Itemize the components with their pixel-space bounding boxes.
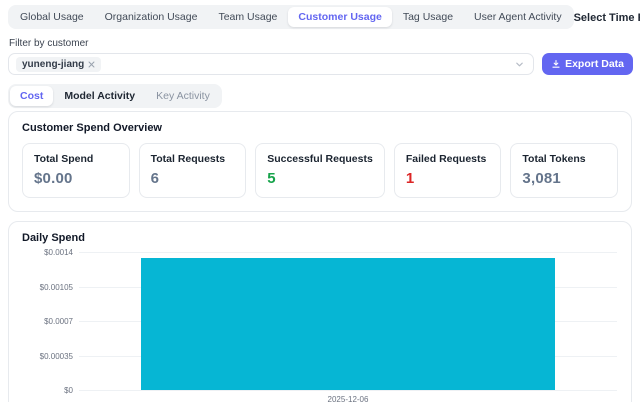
tab-key-activity[interactable]: Key Activity	[146, 86, 220, 106]
download-icon	[551, 59, 561, 69]
chevron-down-icon	[515, 60, 524, 69]
tab-cost[interactable]: Cost	[10, 86, 53, 106]
y-tick-label: $0.00105	[40, 283, 73, 292]
stat-card-failed-requests: Failed Requests 1	[394, 143, 502, 198]
daily-spend-chart: $0.0014 $0.00105 $0.0007 $0.00035 $0	[79, 252, 617, 390]
tab-tag-usage[interactable]: Tag Usage	[393, 7, 463, 27]
stat-value: 5	[267, 170, 373, 187]
export-data-label: Export Data	[565, 58, 624, 70]
view-tabs: Cost Model Activity Key Activity	[8, 84, 222, 108]
gridline: $0	[79, 390, 617, 391]
stat-value: 6	[151, 170, 235, 187]
stat-label: Total Tokens	[522, 153, 606, 165]
y-tick-label: $0	[64, 386, 73, 395]
x-axis-label: 2025-12-06	[79, 395, 617, 402]
stat-card-total-tokens: Total Tokens 3,081	[510, 143, 618, 198]
tab-customer-usage[interactable]: Customer Usage	[288, 7, 391, 27]
stat-card-total-requests: Total Requests 6	[139, 143, 247, 198]
y-tick-label: $0.0007	[44, 317, 73, 326]
tab-team-usage[interactable]: Team Usage	[208, 7, 287, 27]
y-tick-label: $0.0014	[44, 248, 73, 257]
chart-title: Daily Spend	[22, 232, 619, 244]
stat-label: Total Spend	[34, 153, 118, 165]
tab-organization-usage[interactable]: Organization Usage	[95, 7, 208, 27]
gridline: $0.0014	[79, 252, 617, 253]
daily-spend-bar[interactable]	[141, 258, 555, 390]
tab-global-usage[interactable]: Global Usage	[10, 7, 94, 27]
stat-label: Total Requests	[151, 153, 235, 165]
tab-model-activity[interactable]: Model Activity	[54, 86, 145, 106]
usage-tabs: Global Usage Organization Usage Team Usa…	[8, 5, 574, 29]
stat-label: Failed Requests	[406, 153, 490, 165]
time-range-group: Select Time Range 29 Nov, 13:21 - 6 Dec,…	[574, 5, 640, 28]
stat-card-successful-requests: Successful Requests 5	[255, 143, 385, 198]
stat-value: 3,081	[522, 170, 606, 187]
stat-value: 1	[406, 170, 490, 187]
select-time-range-label: Select Time Range	[574, 12, 640, 24]
remove-tag-icon[interactable]	[88, 61, 95, 68]
y-tick-label: $0.00035	[40, 352, 73, 361]
filter-by-customer-label: Filter by customer	[9, 38, 640, 49]
filter-row: yuneng-jiang Export Data	[8, 53, 633, 75]
stat-label: Successful Requests	[267, 153, 373, 165]
top-bar: Global Usage Organization Usage Team Usa…	[0, 0, 640, 29]
export-data-button[interactable]: Export Data	[542, 53, 633, 75]
stats-row: Total Spend $0.00 Total Requests 6 Succe…	[22, 143, 618, 198]
tab-user-agent-activity[interactable]: User Agent Activity	[464, 7, 572, 27]
customer-filter-input[interactable]: yuneng-jiang	[8, 53, 534, 75]
overview-title: Customer Spend Overview	[22, 122, 618, 134]
customer-usage-dashboard: Global Usage Organization Usage Team Usa…	[0, 0, 640, 402]
customer-tag-label: yuneng-jiang	[22, 59, 84, 70]
customer-spend-overview-card: Customer Spend Overview Total Spend $0.0…	[8, 111, 632, 212]
stat-value: $0.00	[34, 170, 118, 187]
stat-card-total-spend: Total Spend $0.00	[22, 143, 130, 198]
customer-tag: yuneng-jiang	[16, 57, 101, 72]
daily-spend-card: Daily Spend $0.0014 $0.00105 $0.0007 $0.…	[8, 221, 632, 402]
